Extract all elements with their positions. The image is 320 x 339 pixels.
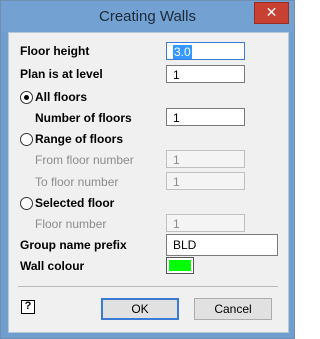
number-of-floors-input[interactable]: 1 <box>166 108 245 126</box>
wall-colour-fill <box>169 260 191 271</box>
creating-walls-dialog: Creating Walls ✕ Floor height 3.0 Plan i… <box>0 0 295 339</box>
range-of-floors-label: Range of floors <box>35 132 124 146</box>
wall-colour-swatch[interactable] <box>166 257 194 274</box>
ok-button[interactable]: OK <box>101 298 179 320</box>
to-floor-label: To floor number <box>35 175 119 189</box>
floor-height-input[interactable]: 3.0 <box>166 42 245 60</box>
group-prefix-label: Group name prefix <box>20 238 127 252</box>
from-floor-label: From floor number <box>35 153 134 167</box>
floor-height-label: Floor height <box>20 44 90 58</box>
group-prefix-input[interactable]: BLD <box>166 234 278 256</box>
selected-floor-radio[interactable] <box>20 197 33 210</box>
close-button[interactable]: ✕ <box>254 2 289 24</box>
number-of-floors-label: Number of floors <box>35 111 132 125</box>
plan-level-input[interactable]: 1 <box>166 65 245 83</box>
to-floor-input[interactable]: 1 <box>166 172 245 190</box>
close-icon: ✕ <box>265 4 278 20</box>
floor-height-value: 3.0 <box>173 45 192 59</box>
help-icon[interactable]: ? <box>21 300 35 314</box>
title-bar: Creating Walls ✕ <box>1 1 294 32</box>
floor-number-label: Floor number <box>35 217 107 231</box>
cancel-button[interactable]: Cancel <box>194 298 272 320</box>
selected-floor-label: Selected floor <box>35 196 115 210</box>
plan-level-label: Plan is at level <box>20 67 103 81</box>
radio-selected-dot <box>24 95 29 100</box>
wall-colour-label: Wall colour <box>20 259 85 273</box>
all-floors-label: All floors <box>35 90 88 104</box>
dialog-title: Creating Walls <box>99 8 196 25</box>
dialog-body: Floor height 3.0 Plan is at level 1 All … <box>8 32 289 333</box>
all-floors-radio[interactable] <box>20 91 33 104</box>
footer-separator <box>18 286 278 287</box>
floor-number-input[interactable]: 1 <box>166 214 245 232</box>
range-of-floors-radio[interactable] <box>20 133 33 146</box>
from-floor-input[interactable]: 1 <box>166 150 245 168</box>
